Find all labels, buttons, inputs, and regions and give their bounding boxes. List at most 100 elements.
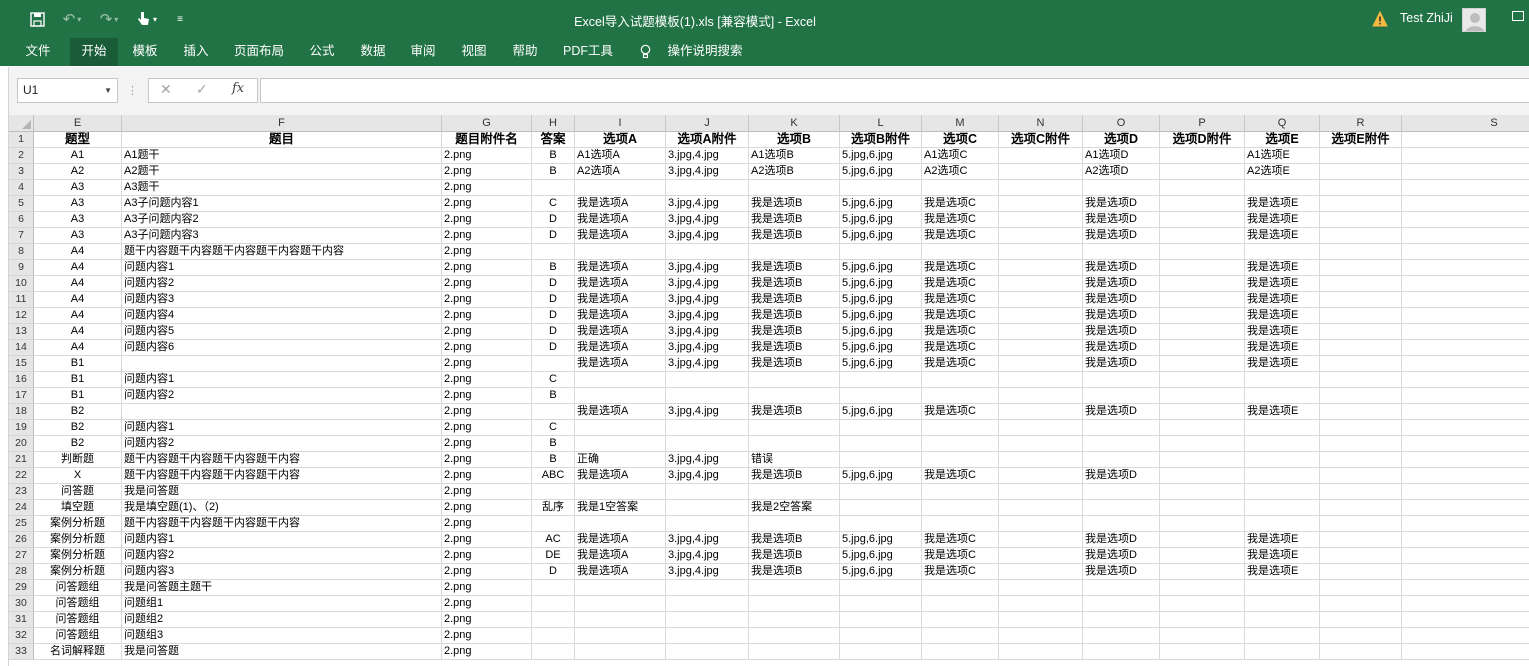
cell[interactable]: 我是选项B xyxy=(749,228,840,244)
cell[interactable]: B2 xyxy=(34,436,122,452)
column-header[interactable]: G xyxy=(442,115,532,132)
cell[interactable] xyxy=(1083,612,1160,628)
cell[interactable]: 5.jpg,6.jpg xyxy=(840,468,922,484)
cell[interactable]: 5.jpg,6.jpg xyxy=(840,276,922,292)
cell[interactable] xyxy=(1083,420,1160,436)
cell[interactable]: 我是选项A xyxy=(575,532,666,548)
cell[interactable]: B2 xyxy=(34,420,122,436)
cell[interactable] xyxy=(532,180,575,196)
cell[interactable] xyxy=(999,500,1083,516)
cell[interactable]: 选项B附件 xyxy=(840,132,922,148)
cell[interactable]: 我是选项B xyxy=(749,356,840,372)
cell[interactable]: 我是选项A xyxy=(575,468,666,484)
cell[interactable]: 3.jpg,4.jpg xyxy=(666,228,749,244)
cell[interactable] xyxy=(749,516,840,532)
cell[interactable] xyxy=(1160,452,1245,468)
cell[interactable]: B xyxy=(532,388,575,404)
cell[interactable]: 我是选项B xyxy=(749,212,840,228)
cell[interactable] xyxy=(1083,644,1160,660)
cell[interactable] xyxy=(999,404,1083,420)
cell[interactable]: 选项D附件 xyxy=(1160,132,1245,148)
cell[interactable]: 我是选项C xyxy=(922,228,999,244)
cell[interactable] xyxy=(999,244,1083,260)
cell[interactable]: 我是选项C xyxy=(922,308,999,324)
cell[interactable]: 选项C附件 xyxy=(999,132,1083,148)
cell[interactable]: D xyxy=(532,228,575,244)
cell[interactable] xyxy=(1245,596,1320,612)
cell[interactable]: 2.png xyxy=(442,420,532,436)
cell[interactable]: 我是选项D xyxy=(1083,228,1160,244)
cell[interactable]: 问题内容4 xyxy=(122,308,442,324)
cell[interactable] xyxy=(922,612,999,628)
cell[interactable] xyxy=(1083,452,1160,468)
cell[interactable] xyxy=(532,612,575,628)
cell[interactable] xyxy=(1320,484,1402,500)
touch-mode-icon[interactable]: ▾ xyxy=(130,9,164,29)
cell[interactable]: 2.png xyxy=(442,404,532,420)
cell[interactable] xyxy=(1083,484,1160,500)
cell[interactable]: 问题组2 xyxy=(122,612,442,628)
cell[interactable]: 2.png xyxy=(442,292,532,308)
cell[interactable]: 3.jpg,4.jpg xyxy=(666,308,749,324)
cell[interactable] xyxy=(532,644,575,660)
cell[interactable]: 案例分析题 xyxy=(34,516,122,532)
cell[interactable]: 我是选项A xyxy=(575,196,666,212)
user-name[interactable]: Test ZhiJi xyxy=(1400,11,1453,25)
cell[interactable] xyxy=(999,324,1083,340)
cell[interactable]: 我是选项A xyxy=(575,548,666,564)
cell[interactable] xyxy=(1402,548,1529,564)
cell[interactable]: 题干内容题干内容题干内容题干内容题干内容 xyxy=(122,244,442,260)
cell[interactable] xyxy=(1160,356,1245,372)
cell[interactable] xyxy=(1083,436,1160,452)
cell[interactable] xyxy=(1160,596,1245,612)
cell[interactable]: 选项A附件 xyxy=(666,132,749,148)
cell[interactable] xyxy=(122,356,442,372)
cell[interactable]: 2.png xyxy=(442,212,532,228)
cell[interactable]: A1选项E xyxy=(1245,148,1320,164)
cell[interactable]: 2.png xyxy=(442,356,532,372)
cell[interactable] xyxy=(122,404,442,420)
cell[interactable] xyxy=(1320,452,1402,468)
cell[interactable]: 2.png xyxy=(442,180,532,196)
cell[interactable]: A1选项D xyxy=(1083,148,1160,164)
cell[interactable]: A4 xyxy=(34,260,122,276)
cell[interactable]: 我是选项E xyxy=(1245,228,1320,244)
cell[interactable] xyxy=(1160,436,1245,452)
cell[interactable] xyxy=(1160,148,1245,164)
ribbon-display-icon[interactable] xyxy=(1512,11,1524,21)
cell[interactable] xyxy=(1160,276,1245,292)
row-header[interactable]: 24 xyxy=(9,500,34,516)
cell[interactable] xyxy=(532,516,575,532)
cell[interactable]: 我是选项A xyxy=(575,564,666,580)
cell[interactable]: 2.png xyxy=(442,436,532,452)
cell[interactable]: 案例分析题 xyxy=(34,548,122,564)
cell[interactable]: 3.jpg,4.jpg xyxy=(666,452,749,468)
row-header[interactable]: 10 xyxy=(9,276,34,292)
tab-insert[interactable]: 插入 xyxy=(173,38,219,66)
cell[interactable] xyxy=(999,260,1083,276)
row-header[interactable]: 16 xyxy=(9,372,34,388)
cell[interactable] xyxy=(1160,644,1245,660)
cell[interactable]: 我是选项D xyxy=(1083,292,1160,308)
cell[interactable] xyxy=(1160,212,1245,228)
cell[interactable]: 我是选项B xyxy=(749,468,840,484)
cell[interactable] xyxy=(1320,404,1402,420)
cell[interactable] xyxy=(922,516,999,532)
cell[interactable] xyxy=(1083,500,1160,516)
cell[interactable]: 3.jpg,4.jpg xyxy=(666,292,749,308)
redo-icon[interactable]: ↷ ▾ xyxy=(95,9,123,29)
row-header[interactable]: 19 xyxy=(9,420,34,436)
tab-page-layout[interactable]: 页面布局 xyxy=(226,38,292,66)
row-header[interactable]: 32 xyxy=(9,628,34,644)
cell[interactable] xyxy=(999,596,1083,612)
cell[interactable]: 我是选项D xyxy=(1083,564,1160,580)
cell[interactable]: 2.png xyxy=(442,548,532,564)
cell[interactable] xyxy=(1160,612,1245,628)
cell[interactable] xyxy=(749,372,840,388)
cell[interactable] xyxy=(1402,644,1529,660)
cell[interactable]: A3 xyxy=(34,180,122,196)
cell[interactable] xyxy=(999,372,1083,388)
cell[interactable]: 我是选项C xyxy=(922,564,999,580)
column-header[interactable]: M xyxy=(922,115,999,132)
row-header[interactable]: 21 xyxy=(9,452,34,468)
